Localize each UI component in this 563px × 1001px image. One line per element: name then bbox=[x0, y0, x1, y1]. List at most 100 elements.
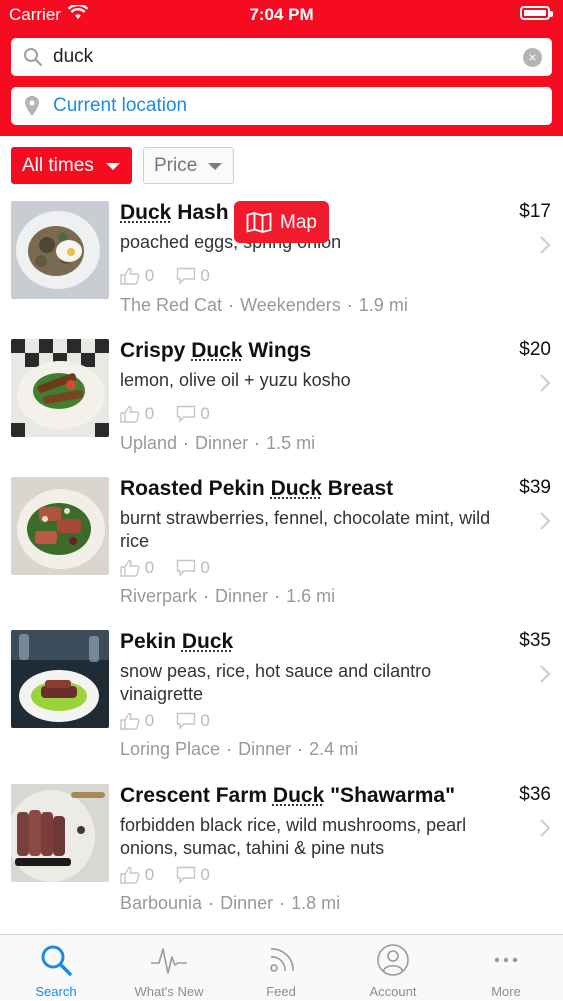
dish-title: Pekin Duck bbox=[120, 630, 234, 653]
dish-price: $36 bbox=[519, 784, 551, 805]
dish-price: $35 bbox=[519, 630, 551, 651]
distance: 1.8 mi bbox=[291, 893, 341, 913]
meal-type: Weekenders bbox=[240, 295, 341, 315]
price-filter[interactable]: Price bbox=[143, 147, 234, 184]
restaurant-name[interactable]: Riverpark bbox=[120, 586, 197, 606]
tab-label: Search bbox=[35, 984, 77, 999]
engagement-counts: 0 0 bbox=[120, 864, 210, 885]
comment-icon[interactable] bbox=[176, 266, 196, 286]
restaurant-name[interactable]: The Red Cat bbox=[120, 295, 222, 315]
restaurant-line: Loring Place · Dinner · 2.4 mi bbox=[120, 739, 359, 759]
battery-icon bbox=[520, 6, 553, 20]
meal-type: Dinner bbox=[220, 893, 274, 913]
more-icon bbox=[450, 943, 562, 977]
search-input[interactable]: duck × bbox=[11, 38, 552, 76]
engagement-counts: 0 0 bbox=[120, 403, 210, 424]
like-count: 0 bbox=[144, 557, 155, 577]
chevron-down-icon bbox=[106, 163, 120, 170]
dish-title: Crescent Farm Duck "Shawarma" bbox=[120, 784, 456, 807]
dish-price: $20 bbox=[519, 339, 551, 360]
location-text: Current location bbox=[53, 95, 188, 116]
like-count: 0 bbox=[144, 864, 155, 884]
restaurant-line: Barbounia · Dinner · 1.8 mi bbox=[120, 893, 341, 913]
tab-feed[interactable]: Feed bbox=[225, 935, 337, 1001]
restaurant-name[interactable]: Barbounia bbox=[120, 893, 202, 913]
all-times-filter[interactable]: All times bbox=[11, 147, 132, 184]
like-count: 0 bbox=[144, 710, 155, 730]
chevron-right-icon bbox=[539, 235, 551, 260]
map-icon bbox=[246, 212, 272, 233]
comment-icon[interactable] bbox=[176, 558, 196, 578]
chevron-right-icon bbox=[539, 818, 551, 843]
location-input[interactable]: Current location bbox=[11, 87, 552, 125]
dish-photo bbox=[11, 339, 109, 437]
list-item[interactable]: Crispy Duck Wings lemon, olive oil + yuz… bbox=[0, 339, 563, 479]
restaurant-line: Upland · Dinner · 1.5 mi bbox=[120, 433, 316, 453]
distance: 1.9 mi bbox=[358, 295, 408, 315]
tab-label: More bbox=[491, 984, 521, 999]
dish-photo bbox=[11, 477, 109, 575]
tab-whats-new[interactable]: What's New bbox=[113, 935, 225, 1001]
comment-icon[interactable] bbox=[176, 404, 196, 424]
thumbs-up-icon[interactable] bbox=[120, 558, 140, 578]
comment-count: 0 bbox=[200, 557, 210, 577]
dish-photo bbox=[11, 201, 109, 299]
like-count: 0 bbox=[144, 265, 155, 285]
search-query: duck bbox=[53, 46, 94, 67]
price-filter-label: Price bbox=[154, 155, 198, 176]
dish-title: Crispy Duck Wings bbox=[120, 339, 312, 362]
feed-icon bbox=[225, 943, 337, 977]
distance: 1.6 mi bbox=[286, 586, 336, 606]
comment-count: 0 bbox=[200, 403, 210, 423]
all-times-label: All times bbox=[22, 155, 94, 176]
restaurant-name[interactable]: Upland bbox=[120, 433, 177, 453]
thumbs-up-icon[interactable] bbox=[120, 266, 140, 286]
dish-description: snow peas, rice, hot sauce and cilantro … bbox=[120, 661, 432, 704]
app-header: Carrier 7:04 PM duck × Current location bbox=[0, 0, 563, 136]
restaurant-line: The Red Cat · Weekenders · 1.9 mi bbox=[120, 295, 408, 315]
status-time: 7:04 PM bbox=[249, 5, 314, 24]
tab-label: Feed bbox=[266, 984, 296, 999]
thumbs-up-icon[interactable] bbox=[120, 404, 140, 424]
thumbs-up-icon[interactable] bbox=[120, 711, 140, 731]
tab-search[interactable]: Search bbox=[0, 935, 112, 1001]
dish-photo bbox=[11, 784, 109, 882]
comment-count: 0 bbox=[200, 710, 210, 730]
tab-label: What's New bbox=[134, 984, 204, 999]
comment-icon[interactable] bbox=[176, 711, 196, 731]
dish-title: Duck Hash bbox=[120, 201, 229, 224]
account-icon bbox=[337, 943, 449, 977]
restaurant-name[interactable]: Loring Place bbox=[120, 739, 220, 759]
dish-price: $17 bbox=[519, 201, 551, 222]
map-button-label: Map bbox=[280, 212, 317, 233]
comment-icon[interactable] bbox=[176, 865, 196, 885]
thumbs-up-icon[interactable] bbox=[120, 865, 140, 885]
engagement-counts: 0 0 bbox=[120, 710, 210, 731]
dish-title: Roasted Pekin Duck Breast bbox=[120, 477, 394, 500]
map-button[interactable]: Map bbox=[234, 201, 329, 243]
like-count: 0 bbox=[144, 403, 155, 423]
chevron-right-icon bbox=[539, 511, 551, 536]
dish-description: lemon, olive oil + yuzu kosho bbox=[120, 370, 351, 390]
comment-count: 0 bbox=[200, 265, 210, 285]
meal-type: Dinner bbox=[238, 739, 292, 759]
pulse-icon bbox=[113, 943, 225, 977]
tab-account[interactable]: Account bbox=[337, 935, 449, 1001]
list-item[interactable]: Crescent Farm Duck "Shawarma" forbidden … bbox=[0, 784, 563, 924]
list-item[interactable]: Pekin Duck snow peas, rice, hot sauce an… bbox=[0, 630, 563, 770]
dish-photo bbox=[11, 630, 109, 728]
dish-description: forbidden black rice, wild mushrooms, pe… bbox=[120, 815, 467, 858]
comment-count: 0 bbox=[200, 864, 210, 884]
clear-search-icon[interactable]: × bbox=[523, 48, 542, 67]
distance: 2.4 mi bbox=[309, 739, 359, 759]
list-item[interactable]: Roasted Pekin Duck Breast burnt strawber… bbox=[0, 477, 563, 617]
tab-more[interactable]: More bbox=[450, 935, 562, 1001]
chevron-right-icon bbox=[539, 664, 551, 689]
dish-price: $39 bbox=[519, 477, 551, 498]
meal-type: Dinner bbox=[215, 586, 269, 606]
distance: 1.5 mi bbox=[266, 433, 316, 453]
engagement-counts: 0 0 bbox=[120, 557, 210, 578]
search-icon bbox=[23, 47, 43, 72]
chevron-right-icon bbox=[539, 373, 551, 398]
engagement-counts: 0 0 bbox=[120, 265, 210, 286]
